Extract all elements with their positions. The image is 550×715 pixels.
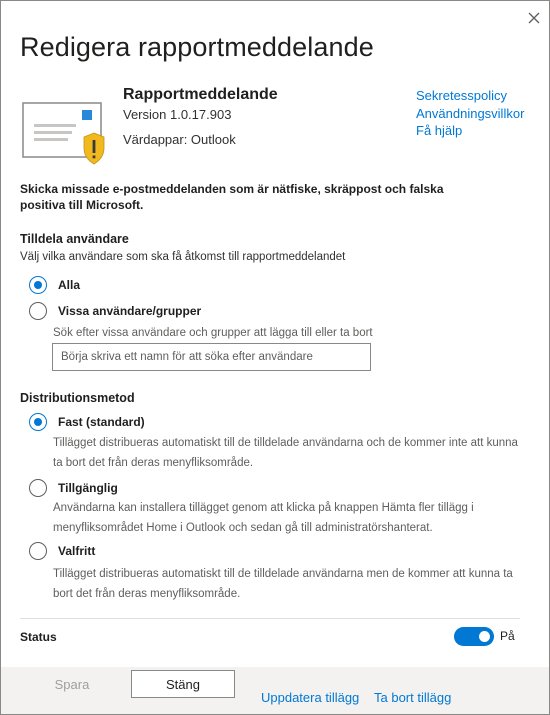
radio-circle[interactable]: [29, 413, 47, 431]
envelope-warning-icon: [22, 100, 110, 168]
distribution-heading: Distributionsmetod: [20, 391, 135, 405]
close-button[interactable]: Stäng: [131, 670, 235, 698]
radio-optional[interactable]: Valfritt: [29, 542, 95, 560]
fixed-note: Tillägget distribueras automatiskt till …: [53, 437, 518, 469]
radio-label: Vissa användare/grupper: [58, 304, 202, 318]
radio-circle[interactable]: [29, 542, 47, 560]
status-toggle[interactable]: [454, 627, 494, 646]
save-button[interactable]: Spara: [20, 670, 124, 698]
description: Skicka missade e-postmeddelanden som är …: [20, 182, 444, 212]
search-hint: Sök efter vissa användare och grupper at…: [53, 327, 373, 339]
dialog-title: Redigera rapportmeddelande: [20, 32, 374, 62]
app-host: Värdappar: Outlook: [123, 132, 236, 147]
assign-users-subheading: Välj vilka användare som ska få åtkomst …: [20, 251, 346, 263]
terms-of-use-link[interactable]: Användningsvillkor: [416, 105, 524, 123]
user-search-input[interactable]: [52, 343, 371, 371]
radio-circle[interactable]: [29, 479, 47, 497]
available-note: Användarna kan installera tillägget geno…: [53, 502, 474, 534]
divider: [20, 618, 520, 619]
optional-note: Tillägget distribueras automatiskt till …: [53, 568, 513, 600]
radio-everyone[interactable]: Alla: [29, 276, 80, 294]
app-version: Version 1.0.17.903: [123, 107, 232, 122]
privacy-policy-link[interactable]: Sekretesspolicy: [416, 87, 524, 105]
radio-label: Valfritt: [58, 544, 96, 558]
status-label: Status: [20, 630, 57, 644]
update-addin-link[interactable]: Uppdatera tillägg: [261, 690, 359, 705]
remove-addin-link[interactable]: Ta bort tillägg: [374, 690, 451, 705]
radio-label: Fast (standard): [58, 415, 145, 429]
radio-label: Tillgänglig: [58, 481, 118, 495]
assign-users-heading: Tilldela användare: [20, 232, 129, 246]
toggle-knob: [479, 631, 490, 642]
radio-label: Alla: [58, 278, 81, 292]
radio-fixed[interactable]: Fast (standard): [29, 413, 145, 431]
app-links: Sekretesspolicy Användningsvillkor Få hj…: [416, 87, 524, 140]
radio-circle[interactable]: [29, 276, 47, 294]
radio-available[interactable]: Tillgänglig: [29, 479, 118, 497]
get-help-link[interactable]: Få hjälp: [416, 122, 524, 140]
status-toggle-text: På: [500, 629, 515, 643]
app-name: Rapportmeddelande: [123, 86, 278, 103]
radio-circle[interactable]: [29, 302, 47, 320]
close-icon[interactable]: [524, 8, 544, 28]
radio-specific-users[interactable]: Vissa användare/grupper: [29, 302, 201, 320]
